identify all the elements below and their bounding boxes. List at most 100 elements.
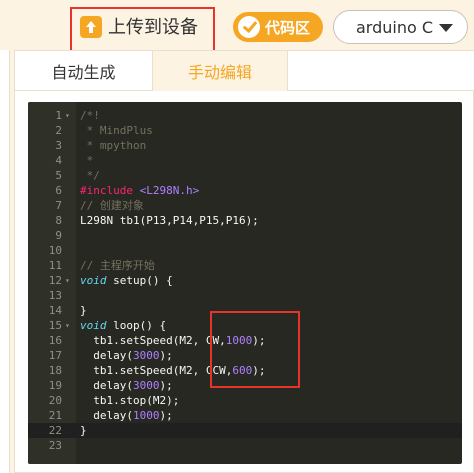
- fold-arrow-icon[interactable]: ▾: [65, 273, 70, 288]
- line-number: 18: [48, 364, 62, 377]
- code-text: }: [80, 303, 87, 318]
- top-toolbar: 上传到设备 代码区 arduino C: [0, 0, 474, 60]
- code-line[interactable]: 1 ▾ /*!: [28, 108, 462, 123]
- line-number: 13: [48, 289, 62, 302]
- code-line[interactable]: 12 ▾ void setup() {: [28, 273, 462, 288]
- code-line[interactable]: 5 */: [28, 168, 462, 183]
- code-token: /*!: [80, 109, 100, 122]
- code-text: // 主程序开始: [80, 258, 155, 273]
- code-line[interactable]: 6 #include <L298N.h>: [28, 183, 462, 198]
- code-line[interactable]: 20 tb1.stop(M2);: [28, 393, 462, 408]
- fold-arrow-icon[interactable]: ▾: [65, 108, 70, 123]
- line-number: 2: [55, 124, 62, 137]
- code-text: delay(3000);: [80, 348, 173, 363]
- tab-auto-generate[interactable]: 自动生成: [15, 51, 152, 91]
- chevron-down-icon: [439, 24, 453, 32]
- line-number: 15: [48, 319, 62, 332]
- code-token: tb1.stop(M2);: [80, 394, 180, 407]
- check-icon: [238, 16, 260, 38]
- line-number: 7: [55, 199, 62, 212]
- code-token: delay(: [80, 349, 133, 362]
- code-token: 3000: [132, 349, 160, 362]
- code-line[interactable]: 7 // 创建对象: [28, 198, 462, 213]
- code-text: /*!: [80, 108, 100, 123]
- code-token: }: [80, 424, 87, 437]
- line-number: 21: [48, 409, 62, 422]
- code-token: * MindPlus: [80, 124, 153, 137]
- code-text: delay(3000);: [80, 378, 173, 393]
- code-line[interactable]: 9: [28, 228, 462, 243]
- code-line[interactable]: 13: [28, 288, 462, 303]
- code-token: );: [159, 409, 173, 422]
- code-text: * MindPlus: [80, 123, 153, 138]
- code-text: * mpython: [80, 138, 147, 153]
- line-number: 1: [55, 109, 62, 122]
- code-text: L298N tb1(P13,P14,P15,P16);: [80, 213, 259, 228]
- board-select-value: arduino C: [356, 17, 434, 37]
- line-number: 10: [48, 244, 62, 257]
- code-text: // 创建对象: [80, 198, 144, 213]
- code-token: void: [80, 274, 107, 287]
- code-area-toggle[interactable]: 代码区: [233, 12, 323, 42]
- code-text: *: [80, 153, 94, 168]
- code-token: 1000: [132, 409, 160, 422]
- code-editor[interactable]: 1 ▾/*! 2 * MindPlus 3 * mpython 4 * 5 */6 #inc…: [28, 102, 462, 464]
- line-number: 8: [55, 214, 62, 227]
- code-token: }: [80, 304, 87, 317]
- code-text: */: [80, 168, 100, 183]
- code-token: 3000: [132, 379, 160, 392]
- code-token: loop() {: [106, 319, 167, 332]
- line-number: 5: [55, 169, 62, 182]
- code-token: #include: [80, 184, 140, 197]
- code-text: #include <L298N.h>: [80, 183, 199, 198]
- upload-arrow-icon: [80, 16, 102, 38]
- code-token: delay(: [80, 409, 133, 422]
- code-line[interactable]: 4 *: [28, 153, 462, 168]
- line-number: 17: [48, 349, 62, 362]
- code-token: *: [80, 154, 94, 167]
- code-token: delay(: [80, 379, 133, 392]
- code-token: L298N tb1(P13,P14,P15,P16);: [80, 214, 259, 227]
- code-token: );: [159, 379, 173, 392]
- fold-arrow-icon[interactable]: ▾: [65, 318, 70, 333]
- code-token: // 创建对象: [80, 199, 144, 212]
- board-select[interactable]: arduino C: [333, 10, 468, 44]
- line-number: 19: [48, 379, 62, 392]
- line-number: 12: [48, 274, 62, 287]
- line-number: 22: [48, 424, 62, 437]
- code-line[interactable]: 21 delay(1000);: [28, 408, 462, 423]
- line-number: 6: [55, 184, 62, 197]
- code-line[interactable]: 11 // 主程序开始: [28, 258, 462, 273]
- line-number: 4: [55, 154, 62, 167]
- code-token: setup() {: [106, 274, 173, 287]
- code-line[interactable]: 23: [28, 438, 462, 453]
- code-panel: 自动生成 手动编辑 1 ▾/*! 2 * MindPlus 3 * mpython 4 …: [14, 50, 474, 473]
- code-line[interactable]: 8 L298N tb1(P13,P14,P15,P16);: [28, 213, 462, 228]
- code-token: */: [80, 169, 100, 182]
- code-token: * mpython: [80, 139, 147, 152]
- line-number: 23: [48, 439, 62, 452]
- code-text: tb1.stop(M2);: [80, 393, 179, 408]
- code-token: void: [80, 319, 107, 332]
- code-token: );: [159, 349, 173, 362]
- code-token: // 主程序开始: [80, 259, 155, 272]
- code-text: void loop() {: [80, 318, 166, 333]
- code-token: <L298N.h>: [139, 184, 200, 197]
- code-line[interactable]: 2 * MindPlus: [28, 123, 462, 138]
- upload-label: 上传到设备: [108, 17, 198, 38]
- code-line[interactable]: 3 * mpython: [28, 138, 462, 153]
- line-number: 9: [55, 229, 62, 242]
- left-side-panel: [0, 50, 10, 473]
- line-number: 20: [48, 394, 62, 407]
- code-token: tb1.setSpeed(M2, CW,: [80, 334, 226, 347]
- line-number: 16: [48, 334, 62, 347]
- code-line[interactable]: 10: [28, 243, 462, 258]
- editor-tabs: 自动生成 手动编辑: [15, 51, 474, 91]
- code-text: }: [80, 423, 87, 438]
- code-text: delay(1000);: [80, 408, 173, 423]
- code-line[interactable]: 22}: [28, 423, 462, 438]
- highlight-box: [210, 311, 300, 388]
- line-number: 11: [48, 259, 62, 272]
- tab-manual-edit[interactable]: 手动编辑: [152, 51, 288, 91]
- code-toggle-label: 代码区: [265, 18, 311, 37]
